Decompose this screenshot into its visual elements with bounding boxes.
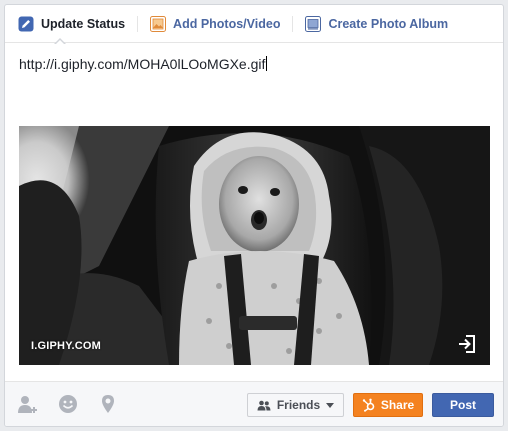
gif-preview[interactable]: I.GIPHY.COM [19, 126, 490, 365]
status-input-text: http://i.giphy.com/MOHA0lLOoMGXe.gif [19, 56, 266, 72]
open-in-icon[interactable] [456, 333, 478, 355]
tag-friends-icon[interactable] [17, 393, 39, 415]
composer-footer: Friends Share Post [5, 381, 503, 426]
text-caret [266, 56, 268, 71]
composer-tabs: Update Status Add Photos/Video Create Ph… [5, 5, 503, 45]
audience-selector-button[interactable]: Friends [247, 393, 344, 417]
tab-create-photo-album[interactable]: Create Photo Album [305, 5, 448, 43]
gif-preview-image [19, 126, 490, 365]
tab-divider [137, 15, 139, 32]
album-icon [305, 15, 322, 32]
photo-icon [150, 15, 167, 32]
chevron-down-icon [326, 402, 335, 408]
post-label: Post [449, 398, 476, 412]
tab-label: Create Photo Album [328, 16, 449, 31]
friends-icon [257, 400, 271, 411]
pencil-icon [18, 16, 34, 32]
tab-update-status[interactable]: Update Status [18, 5, 126, 45]
tab-label: Add Photos/Video [173, 16, 281, 31]
tab-divider [292, 15, 294, 32]
status-input[interactable]: http://i.giphy.com/MOHA0lLOoMGXe.gif [19, 55, 489, 73]
post-button[interactable]: Post [432, 393, 494, 417]
location-icon[interactable] [97, 393, 119, 415]
feeling-icon[interactable] [57, 393, 79, 415]
tab-label: Update Status [41, 16, 126, 31]
audience-label: Friends [276, 398, 321, 412]
hubspot-sprocket-icon [362, 398, 376, 412]
source-label: I.GIPHY.COM [31, 340, 102, 352]
share-button[interactable]: Share [353, 393, 423, 417]
share-label: Share [380, 398, 415, 412]
status-composer: Update Status Add Photos/Video Create Ph… [4, 4, 504, 427]
tab-add-photos-video[interactable]: Add Photos/Video [150, 5, 280, 43]
